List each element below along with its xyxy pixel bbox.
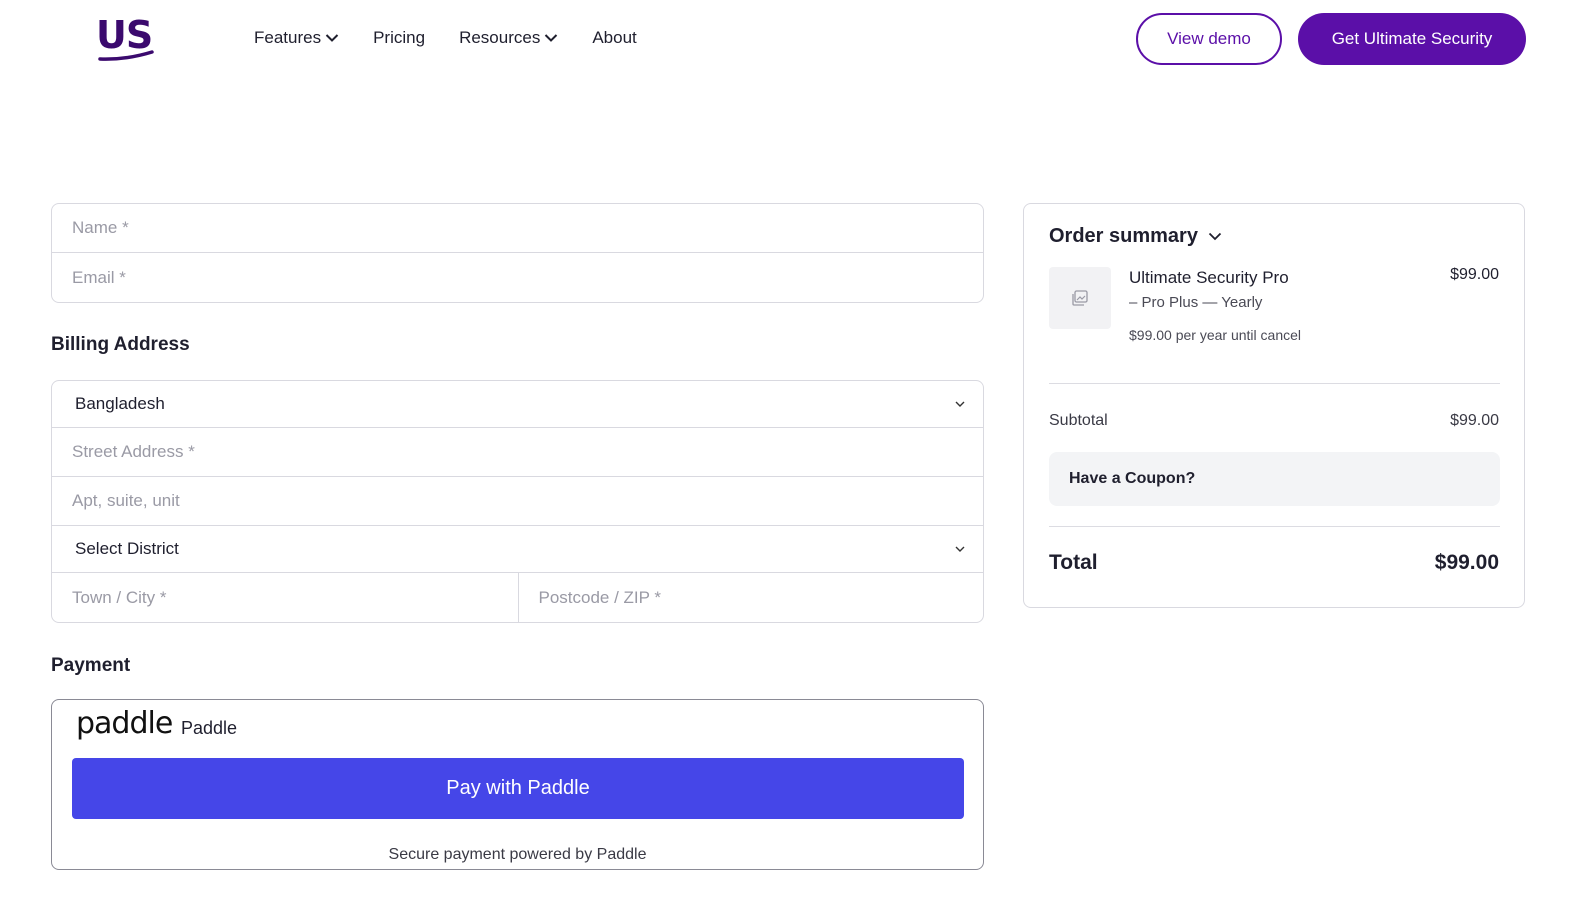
apt-suite-input[interactable]: Apt, suite, unit (52, 477, 983, 526)
town-city-input[interactable]: Town / City * (52, 573, 518, 622)
nav-features[interactable]: Features (254, 26, 339, 50)
nav-about[interactable]: About (592, 26, 636, 50)
have-coupon-button[interactable]: Have a Coupon? (1049, 452, 1500, 506)
logo-swoosh-icon (98, 50, 154, 61)
summary-divider (1049, 383, 1500, 384)
subtotal-label: Subtotal (1049, 412, 1108, 429)
get-ultimate-security-button[interactable]: Get Ultimate Security (1298, 13, 1526, 65)
email-input[interactable]: Email * (52, 253, 983, 302)
street-address-input[interactable]: Street Address * (52, 428, 983, 477)
billing-fields: Bangladesh Street Address * Apt, suite, … (51, 380, 984, 623)
order-summary: Order summary Ultimate Security Pro – Pr… (1023, 203, 1525, 608)
nav-about-label: About (592, 28, 637, 47)
subtotal-value: $99.00 (1450, 412, 1499, 429)
product-variant: – Pro Plus — Yearly (1129, 294, 1263, 311)
name-input[interactable]: Name * (52, 204, 983, 253)
nav-resources[interactable]: Resources (459, 26, 558, 50)
country-select-value: Bangladesh (75, 394, 165, 413)
summary-divider (1049, 526, 1500, 527)
secure-payment-text: Secure payment powered by Paddle (388, 846, 647, 863)
nav-pricing-label: Pricing (373, 28, 426, 47)
chevron-down-icon (325, 34, 339, 42)
nav-pricing[interactable]: Pricing (373, 26, 425, 50)
chevron-down-icon (545, 34, 558, 42)
nav-resources-label: Resources (459, 28, 541, 47)
chevron-down-icon (1208, 232, 1222, 241)
order-summary-toggle[interactable]: Order summary (1049, 225, 1222, 248)
contact-fields: Name * Email * (51, 203, 984, 303)
chevron-down-icon (955, 401, 965, 407)
country-select[interactable]: Bangladesh (52, 381, 983, 428)
order-summary-title: Order summary (1049, 225, 1198, 247)
product-price: $99.00 (1450, 266, 1499, 283)
product-recurrence: $99.00 per year until cancel (1129, 327, 1301, 343)
billing-address-title: Billing Address (51, 334, 190, 355)
site-header: US Features Pricing Resources About View… (0, 0, 1582, 80)
district-select[interactable]: Select District (52, 526, 983, 573)
city-postcode-row: Town / City * Postcode / ZIP * (52, 573, 983, 622)
product-thumbnail (1049, 267, 1111, 329)
payment-provider-name: Paddle (181, 718, 238, 738)
district-select-value: Select District (75, 539, 179, 558)
total-value: $99.00 (1434, 551, 1499, 574)
paddle-logo: paddle (76, 706, 173, 741)
total-label: Total (1049, 551, 1098, 574)
product-name: Ultimate Security Pro (1129, 268, 1289, 287)
view-demo-button[interactable]: View demo (1136, 13, 1282, 65)
pay-with-paddle-button[interactable]: Pay with Paddle (72, 758, 964, 819)
nav-features-label: Features (254, 28, 322, 47)
payment-method-box[interactable]: paddle Paddle Pay with Paddle Secure pay… (51, 699, 984, 870)
postcode-input[interactable]: Postcode / ZIP * (517, 573, 984, 622)
chevron-down-icon (955, 546, 965, 552)
logo[interactable]: US (96, 14, 158, 64)
main-nav: Features Pricing Resources About (254, 26, 671, 50)
payment-title: Payment (51, 655, 131, 676)
image-placeholder-icon (1072, 290, 1088, 306)
